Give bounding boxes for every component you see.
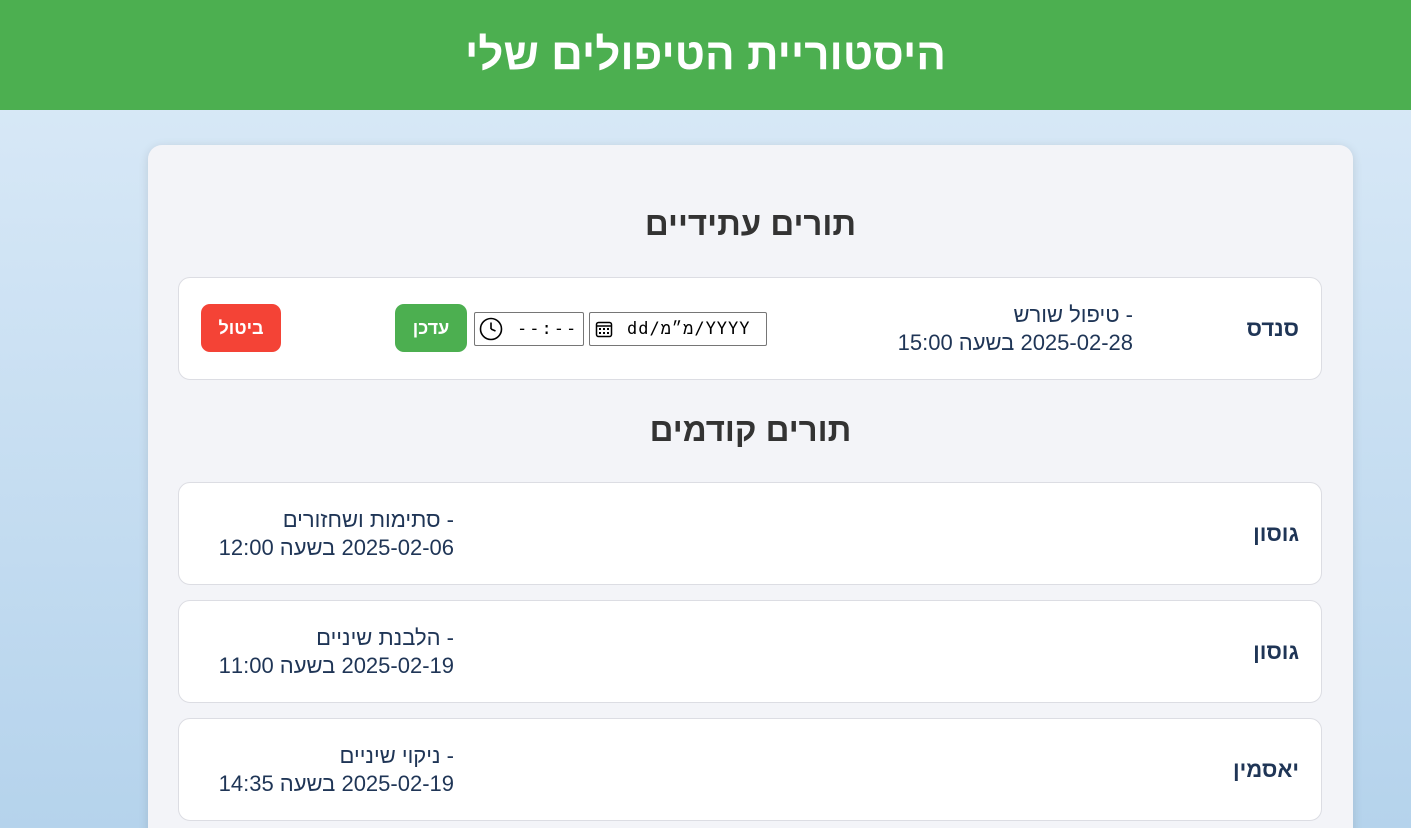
treatment-name: - ניקוי שיניים	[339, 742, 454, 768]
clock-icon[interactable]	[479, 317, 503, 341]
appointment-info: - הלבנת שיניים 2025-02-19 בשעה 11:00	[219, 624, 454, 680]
appointment-datetime: 2025-02-28 בשעה 15:00	[897, 329, 1133, 355]
past-appointment: גוסון - סתימות ושחזורים 2025-02-06 בשעה …	[178, 482, 1322, 585]
appointment-info: - סתימות ושחזורים 2025-02-06 בשעה 12:00	[219, 506, 454, 562]
past-appointment: יאסמין - ניקוי שיניים 2025-02-19 בשעה 14…	[178, 718, 1322, 821]
treatment-name: - סתימות ושחזורים	[282, 506, 454, 532]
doctor-name: גוסון	[1253, 520, 1299, 546]
update-button[interactable]: עדכן	[395, 304, 467, 352]
upcoming-section-title: תורים עתידיים	[644, 205, 857, 242]
date-placeholder: dd/מ״מ/YYYY	[627, 318, 751, 339]
doctor-name: סנדס	[1246, 315, 1299, 341]
doctor-name: יאסמין	[1232, 756, 1299, 782]
appointment-datetime: 2025-02-06 בשעה 12:00	[218, 534, 454, 560]
history-card: תורים עתידיים סנדס - טיפול שורש 2025-02-…	[148, 145, 1353, 828]
appointment-datetime: 2025-02-19 בשעה 11:00	[218, 652, 454, 678]
time-input[interactable]: --:--	[474, 312, 584, 346]
calendar-icon[interactable]	[595, 320, 613, 338]
doctor-name: גוסון	[1253, 638, 1299, 664]
appointment-info: - ניקוי שיניים 2025-02-19 בשעה 14:35	[219, 742, 454, 798]
treatment-name: - טיפול שורש	[1013, 301, 1133, 327]
cancel-button[interactable]: ביטול	[201, 304, 281, 352]
past-appointment: גוסון - הלבנת שיניים 2025-02-19 בשעה 11:…	[178, 600, 1322, 703]
appointment-datetime: 2025-02-19 בשעה 14:35	[218, 770, 454, 796]
page-header: היסטוריית הטיפולים שלי	[0, 0, 1411, 110]
page-title: היסטוריית הטיפולים שלי	[465, 30, 946, 79]
date-input[interactable]: dd/מ״מ/YYYY	[589, 312, 767, 346]
time-placeholder: --:--	[517, 319, 579, 339]
upcoming-appointment: סנדס - טיפול שורש 2025-02-28 בשעה 15:00 …	[178, 277, 1322, 380]
past-section-title: תורים קודמים	[649, 411, 852, 448]
treatment-name: - הלבנת שיניים	[316, 624, 454, 650]
appointment-info: - טיפול שורש 2025-02-28 בשעה 15:00	[898, 301, 1133, 357]
